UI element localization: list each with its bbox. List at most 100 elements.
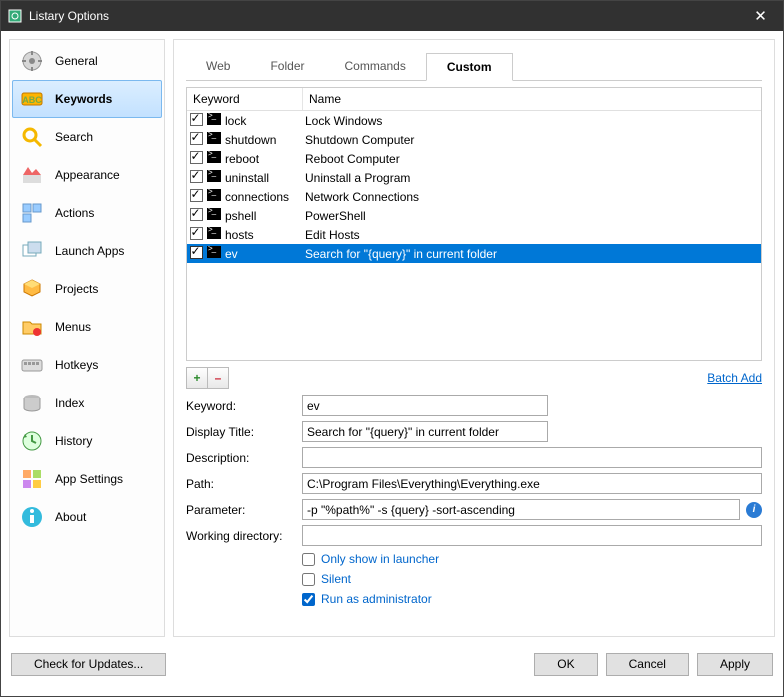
row-checkbox[interactable] xyxy=(187,170,205,186)
svg-text:ABC: ABC xyxy=(22,95,42,105)
sidebar-item-actions[interactable]: Actions xyxy=(12,194,162,232)
check-updates-button[interactable]: Check for Updates... xyxy=(11,653,166,676)
row-keyword: uninstall xyxy=(223,171,303,185)
sidebar-item-label: About xyxy=(55,510,86,524)
sidebar-icon xyxy=(19,162,45,188)
window-title: Listary Options xyxy=(29,9,738,23)
sidebar-icon xyxy=(19,466,45,492)
label-description: Description: xyxy=(186,451,302,465)
col-name[interactable]: Name xyxy=(303,88,761,110)
label-parameter: Parameter: xyxy=(186,503,302,517)
table-row[interactable]: hostsEdit Hosts xyxy=(187,225,761,244)
sidebar-icon xyxy=(19,200,45,226)
row-name: Search for "{query}" in current folder xyxy=(303,247,761,261)
batch-add-link[interactable]: Batch Add xyxy=(707,371,762,385)
sidebar-item-general[interactable]: General xyxy=(12,42,162,80)
app-icon xyxy=(7,8,23,24)
row-checkbox[interactable] xyxy=(187,189,205,205)
table-row[interactable]: connectionsNetwork Connections xyxy=(187,187,761,206)
sidebar: GeneralABCKeywords Search Appearance Action… xyxy=(9,39,165,637)
sidebar-item-label: Appearance xyxy=(55,168,120,182)
table-header[interactable]: Keyword Name xyxy=(187,88,761,111)
row-keyword: hosts xyxy=(223,228,303,242)
display-title-input[interactable] xyxy=(302,421,548,442)
add-button[interactable]: + xyxy=(186,367,208,389)
table-row[interactable]: pshellPowerShell xyxy=(187,206,761,225)
sidebar-item-keywords[interactable]: ABCKeywords xyxy=(12,80,162,118)
tab-custom[interactable]: Custom xyxy=(426,53,513,81)
parameter-input[interactable] xyxy=(302,499,740,520)
sidebar-item-launch-apps[interactable]: Launch Apps xyxy=(12,232,162,270)
ok-button[interactable]: OK xyxy=(534,653,597,676)
row-checkbox[interactable] xyxy=(187,151,205,167)
table-row[interactable]: uninstallUninstall a Program xyxy=(187,168,761,187)
close-button[interactable]: ✕ xyxy=(738,1,783,31)
sidebar-icon xyxy=(19,504,45,530)
row-checkbox[interactable] xyxy=(187,246,205,262)
row-name: Network Connections xyxy=(303,190,761,204)
apply-button[interactable]: Apply xyxy=(697,653,773,676)
tab-bar: WebFolderCommandsCustom xyxy=(186,52,762,81)
titlebar[interactable]: Listary Options ✕ xyxy=(1,1,783,31)
table-row[interactable]: shutdownShutdown Computer xyxy=(187,130,761,149)
sidebar-icon xyxy=(19,314,45,340)
row-checkbox[interactable] xyxy=(187,208,205,224)
sidebar-item-label: Search xyxy=(55,130,93,144)
checkbox-silent[interactable]: Silent xyxy=(302,572,762,586)
sidebar-item-label: Projects xyxy=(55,282,98,296)
tab-folder[interactable]: Folder xyxy=(250,53,324,81)
description-input[interactable] xyxy=(302,447,762,468)
cancel-button[interactable]: Cancel xyxy=(606,653,689,676)
sidebar-item-index[interactable]: Index xyxy=(12,384,162,422)
tab-commands[interactable]: Commands xyxy=(324,53,425,81)
sidebar-item-history[interactable]: History xyxy=(12,422,162,460)
row-checkbox[interactable] xyxy=(187,113,205,129)
info-icon[interactable]: i xyxy=(746,502,762,518)
sidebar-icon xyxy=(19,352,45,378)
sidebar-item-about[interactable]: About xyxy=(12,498,162,536)
label-keyword: Keyword: xyxy=(186,399,302,413)
col-keyword[interactable]: Keyword xyxy=(187,88,303,110)
row-checkbox[interactable] xyxy=(187,227,205,243)
row-keyword: shutdown xyxy=(223,133,303,147)
working-dir-input[interactable] xyxy=(302,525,762,546)
main-panel: WebFolderCommandsCustom Keyword Name loc… xyxy=(173,39,775,637)
sidebar-item-search[interactable]: Search xyxy=(12,118,162,156)
terminal-icon xyxy=(205,151,223,166)
table-row[interactable]: rebootReboot Computer xyxy=(187,149,761,168)
only-launcher-check[interactable] xyxy=(302,553,315,566)
row-keyword: reboot xyxy=(223,152,303,166)
path-input[interactable] xyxy=(302,473,762,494)
terminal-icon xyxy=(205,132,223,147)
row-name: Reboot Computer xyxy=(303,152,761,166)
terminal-icon xyxy=(205,227,223,242)
sidebar-item-projects[interactable]: Projects xyxy=(12,270,162,308)
sidebar-item-hotkeys[interactable]: Hotkeys xyxy=(12,346,162,384)
checkbox-run-admin[interactable]: Run as administrator xyxy=(302,592,762,606)
label-working-dir: Working directory: xyxy=(186,529,302,543)
sidebar-item-label: Index xyxy=(55,396,84,410)
checkbox-only-launcher[interactable]: Only show in launcher xyxy=(302,552,762,566)
tab-web[interactable]: Web xyxy=(186,53,250,81)
keywords-table[interactable]: Keyword Name lockLock WindowsshutdownShu… xyxy=(186,87,762,361)
sidebar-item-appearance[interactable]: Appearance xyxy=(12,156,162,194)
sidebar-item-label: History xyxy=(55,434,92,448)
sidebar-item-app-settings[interactable]: App Settings xyxy=(12,460,162,498)
table-row[interactable]: evSearch for "{query}" in current folder xyxy=(187,244,761,263)
sidebar-icon xyxy=(19,390,45,416)
row-name: Edit Hosts xyxy=(303,228,761,242)
terminal-icon xyxy=(205,189,223,204)
sidebar-item-menus[interactable]: Menus xyxy=(12,308,162,346)
row-keyword: ev xyxy=(223,247,303,261)
row-keyword: connections xyxy=(223,190,303,204)
remove-button[interactable]: – xyxy=(207,367,229,389)
run-admin-check[interactable] xyxy=(302,593,315,606)
table-row[interactable]: lockLock Windows xyxy=(187,111,761,130)
row-keyword: pshell xyxy=(223,209,303,223)
row-name: Uninstall a Program xyxy=(303,171,761,185)
row-checkbox[interactable] xyxy=(187,132,205,148)
terminal-icon xyxy=(205,208,223,223)
keyword-input[interactable] xyxy=(302,395,548,416)
sidebar-item-label: Actions xyxy=(55,206,94,220)
silent-check[interactable] xyxy=(302,573,315,586)
